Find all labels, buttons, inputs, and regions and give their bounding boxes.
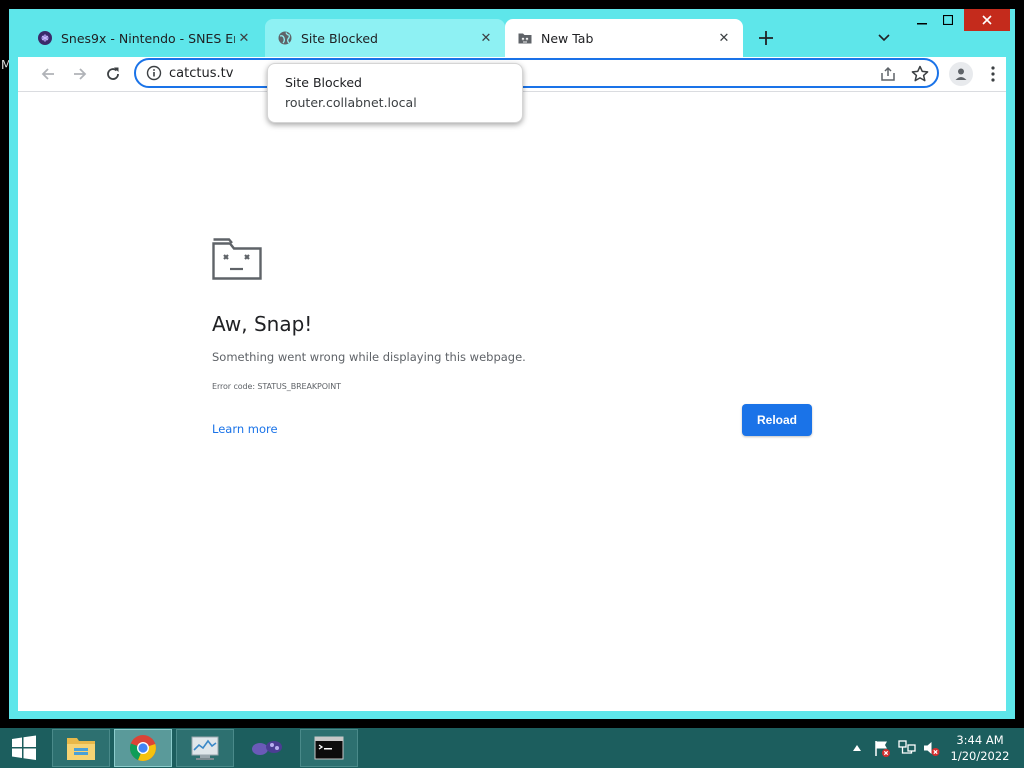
windows-logo-icon bbox=[12, 735, 36, 760]
tab-snes9x[interactable]: Snes9x - Nintendo - SNES Emula ✕ bbox=[25, 19, 263, 57]
chrome-icon bbox=[129, 735, 156, 761]
arrow-left-icon bbox=[41, 68, 54, 80]
tab-new-tab[interactable]: New Tab ✕ bbox=[505, 19, 743, 57]
system-clock[interactable]: 3:44 AM 1/20/2022 bbox=[950, 732, 1010, 764]
browser-window: Snes9x - Nintendo - SNES Emula ✕ Site Bl… bbox=[9, 9, 1015, 719]
chevron-up-icon bbox=[853, 745, 861, 751]
minimize-button[interactable] bbox=[909, 9, 935, 31]
clock-date: 1/20/2022 bbox=[950, 749, 1010, 763]
maximize-icon bbox=[943, 15, 953, 25]
hover-card-domain: router.collabnet.local bbox=[285, 95, 417, 110]
show-hidden-icons-button[interactable] bbox=[851, 742, 863, 754]
new-tab-button[interactable] bbox=[753, 25, 779, 51]
maximize-button[interactable] bbox=[935, 9, 961, 31]
taskbar-file-explorer[interactable] bbox=[52, 729, 110, 767]
page-content: Aw, Snap! Something went wrong while dis… bbox=[18, 92, 1006, 711]
tab-hover-card: Site Blocked router.collabnet.local bbox=[267, 63, 523, 123]
close-tab-icon[interactable]: ✕ bbox=[235, 29, 253, 47]
chevron-down-icon bbox=[878, 34, 890, 42]
back-button[interactable] bbox=[35, 61, 61, 87]
volume-muted-icon[interactable] bbox=[922, 739, 940, 757]
tab-title: Snes9x - Nintendo - SNES Emula bbox=[61, 30, 235, 46]
sad-tab-icon bbox=[517, 30, 533, 46]
forward-button[interactable] bbox=[67, 61, 93, 87]
taskbar-chrome[interactable] bbox=[114, 729, 172, 767]
minimize-icon bbox=[917, 23, 927, 25]
arrow-right-icon bbox=[74, 68, 87, 80]
learn-more-link[interactable]: Learn more bbox=[212, 422, 278, 436]
close-tab-icon[interactable]: ✕ bbox=[477, 29, 495, 47]
command-prompt-icon bbox=[314, 736, 344, 760]
profile-button[interactable] bbox=[949, 62, 973, 86]
hover-card-title: Site Blocked bbox=[285, 75, 362, 90]
close-window-button[interactable] bbox=[964, 9, 1010, 31]
menu-button[interactable] bbox=[981, 62, 1005, 86]
bookmark-star-icon[interactable] bbox=[910, 64, 930, 84]
close-icon bbox=[982, 15, 992, 25]
error-message: Something went wrong while displaying th… bbox=[212, 350, 526, 364]
error-code: Error code: STATUS_BREAKPOINT bbox=[212, 382, 341, 391]
reload-icon bbox=[107, 67, 119, 80]
share-icon[interactable] bbox=[878, 64, 898, 84]
reload-nav-button[interactable] bbox=[100, 61, 126, 87]
start-button[interactable] bbox=[0, 728, 48, 768]
taskbar-snes9x[interactable] bbox=[238, 729, 296, 767]
tab-title: Site Blocked bbox=[301, 30, 378, 46]
more-vert-icon bbox=[991, 66, 995, 82]
taskbar: 3:44 AM 1/20/2022 bbox=[0, 728, 1024, 768]
close-tab-icon[interactable]: ✕ bbox=[715, 29, 733, 47]
error-heading: Aw, Snap! bbox=[212, 312, 313, 336]
taskbar-performance-monitor[interactable] bbox=[176, 729, 234, 767]
snes9x-icon bbox=[37, 30, 53, 46]
action-center-flag-icon[interactable] bbox=[873, 739, 891, 757]
person-icon bbox=[955, 68, 967, 80]
tab-title: New Tab bbox=[541, 30, 594, 46]
plus-icon bbox=[759, 31, 773, 45]
info-icon[interactable] bbox=[146, 65, 162, 81]
snes9x-icon bbox=[252, 741, 282, 755]
reload-button[interactable]: Reload bbox=[742, 404, 812, 436]
desktop: M Snes9x - Nintendo - SNES Emula ✕ Site … bbox=[0, 0, 1024, 728]
taskbar-command-prompt[interactable] bbox=[300, 729, 358, 767]
tab-search-button[interactable] bbox=[873, 27, 895, 49]
tab-site-blocked[interactable]: Site Blocked ✕ bbox=[265, 19, 505, 57]
address-bar[interactable]: catctus.tv bbox=[134, 58, 939, 88]
clock-time: 3:44 AM bbox=[956, 733, 1004, 747]
network-icon[interactable] bbox=[898, 739, 916, 757]
performance-monitor-icon bbox=[191, 736, 219, 760]
sad-folder-icon bbox=[212, 238, 262, 280]
file-explorer-icon bbox=[67, 738, 95, 760]
url-text[interactable]: catctus.tv bbox=[169, 66, 233, 81]
globe-icon bbox=[277, 30, 293, 46]
